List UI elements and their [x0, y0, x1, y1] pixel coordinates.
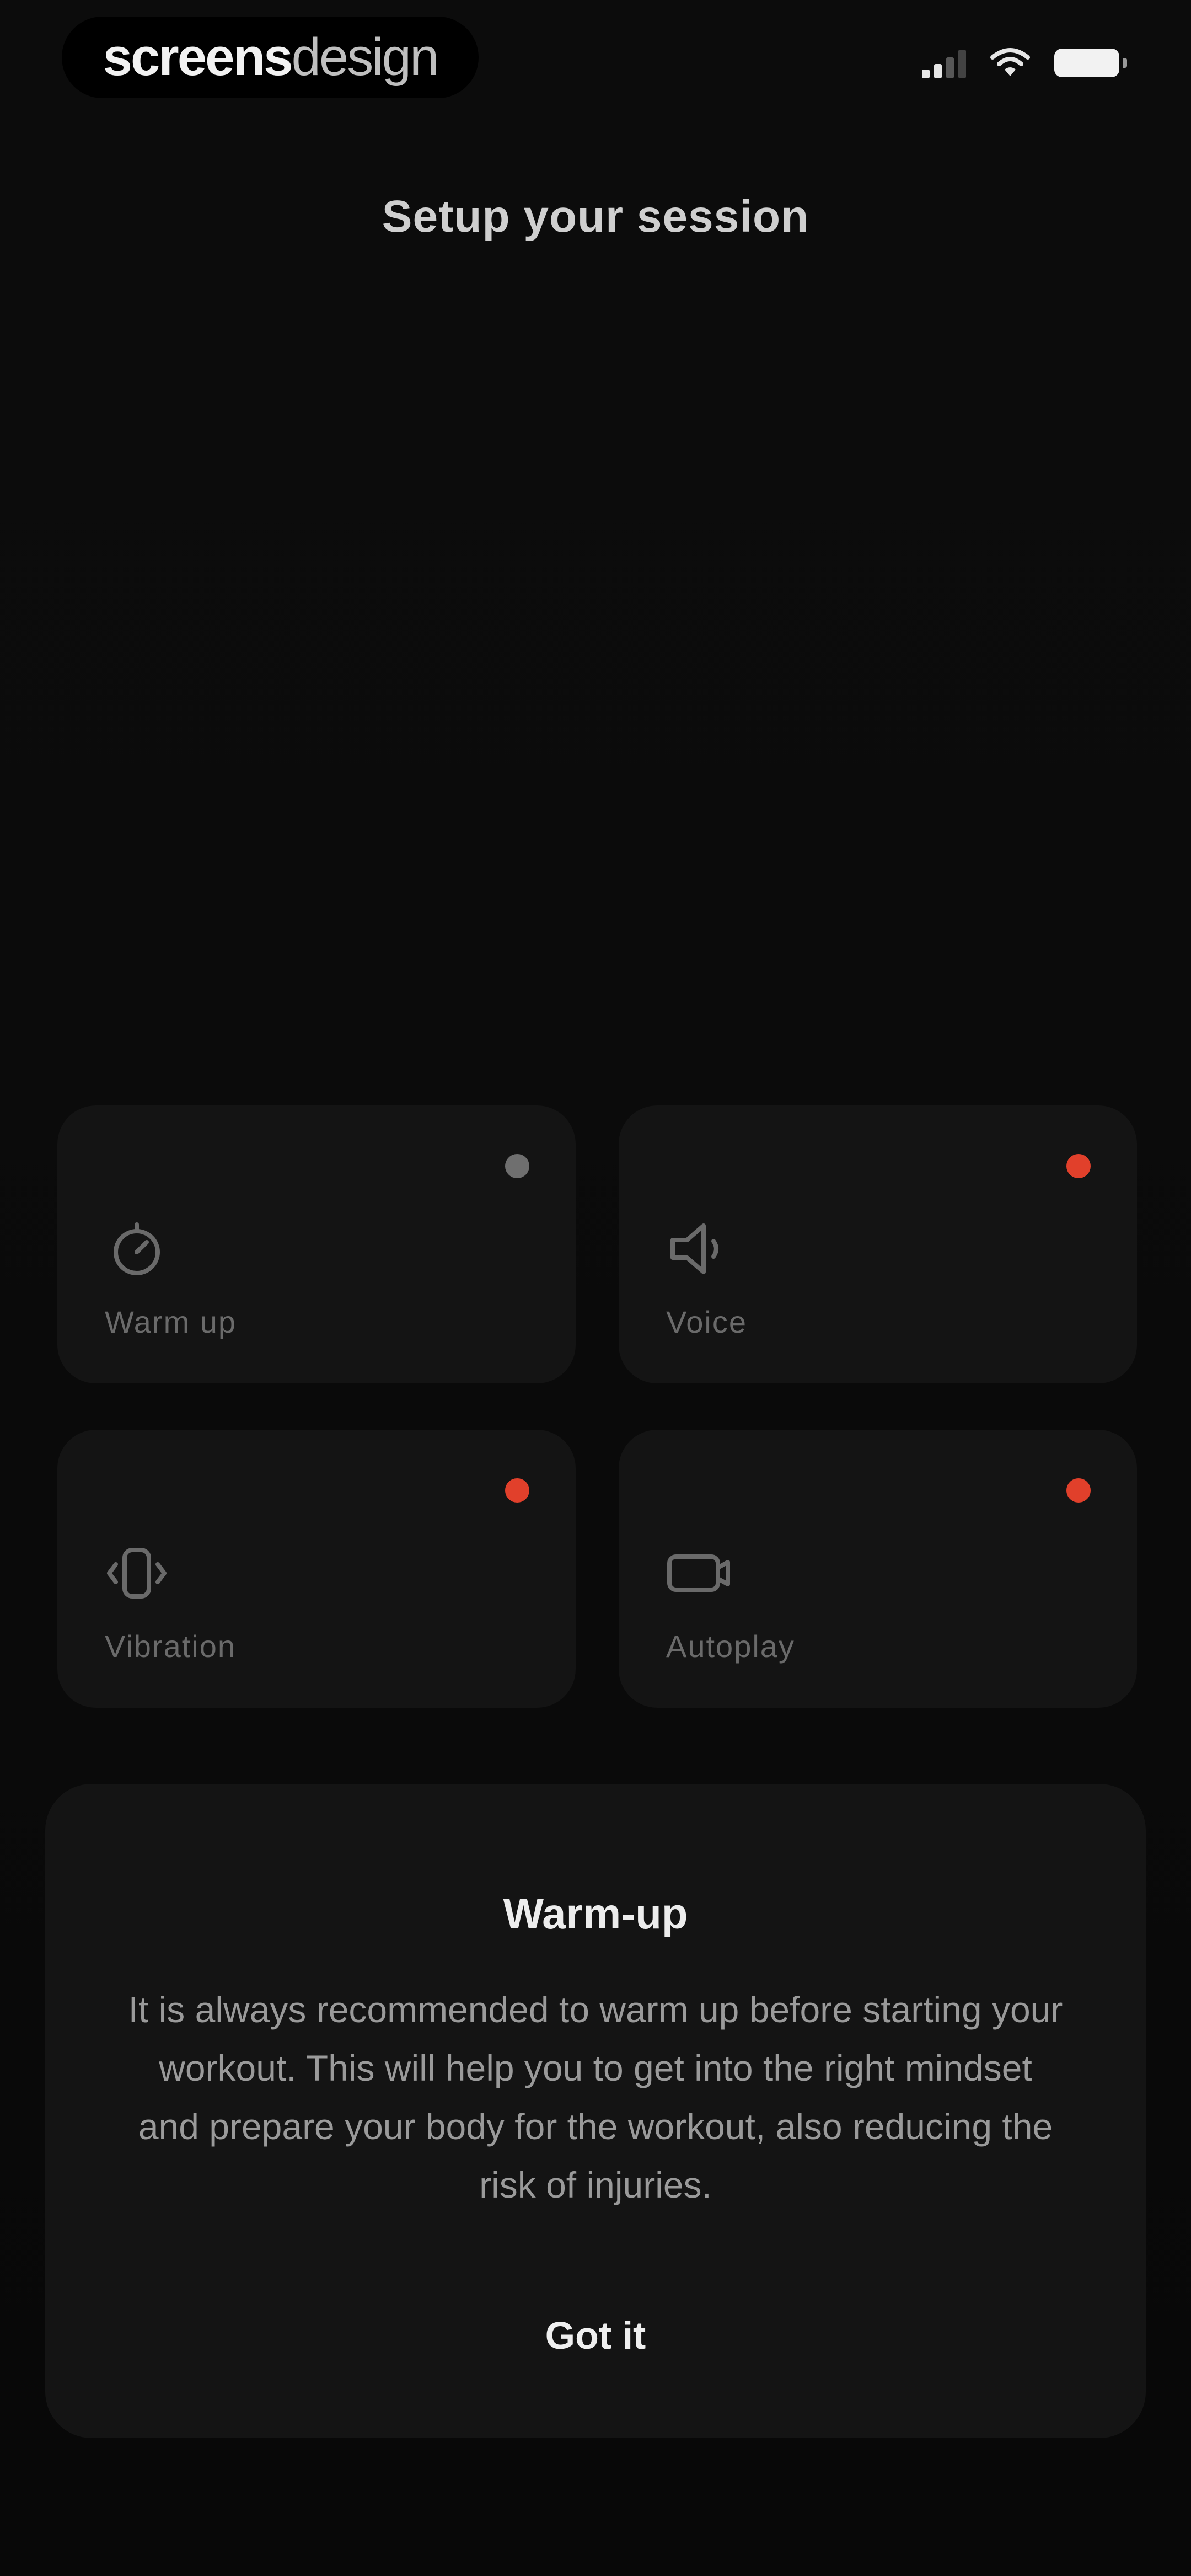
indicator-dot: [505, 1478, 529, 1503]
option-autoplay[interactable]: Autoplay: [619, 1430, 1137, 1708]
brand-logo-strong: screens: [103, 28, 293, 87]
indicator-dot: [505, 1154, 529, 1178]
option-vibration[interactable]: Vibration: [57, 1430, 576, 1708]
option-voice[interactable]: Voice: [619, 1105, 1137, 1383]
brand-logo: screensdesign: [103, 28, 439, 87]
battery-icon: [1054, 49, 1127, 77]
page-title: Setup your session: [382, 191, 809, 242]
option-label: Warm up: [105, 1305, 237, 1339]
sheet-title: Warm-up: [503, 1889, 688, 1938]
speaker-icon: [670, 1223, 718, 1274]
cellular-signal-icon: [922, 47, 966, 78]
option-label: Voice: [666, 1305, 747, 1339]
brand-logo-light: design: [291, 28, 439, 87]
timer-icon: [114, 1222, 160, 1275]
sheet-description: It is always recommended to warm up befo…: [128, 1989, 1063, 2205]
vibration-icon: [107, 1548, 167, 1599]
indicator-dot: [1066, 1154, 1091, 1178]
info-sheet: Warm-up It is always recommended to warm…: [45, 1784, 1146, 2438]
status-bar-icons: [922, 47, 1127, 78]
session-setup-screen: screensdesign Setup your session Warm up: [0, 0, 1191, 2576]
wifi-icon: [990, 48, 1030, 76]
option-warm-up[interactable]: Warm up: [57, 1105, 576, 1383]
brand-badge: screensdesign: [62, 17, 479, 98]
option-label: Vibration: [105, 1629, 237, 1664]
got-it-button[interactable]: Got it: [430, 2297, 761, 2374]
indicator-dot: [1066, 1478, 1091, 1503]
option-label: Autoplay: [666, 1629, 795, 1664]
video-camera-icon: [667, 1554, 730, 1592]
